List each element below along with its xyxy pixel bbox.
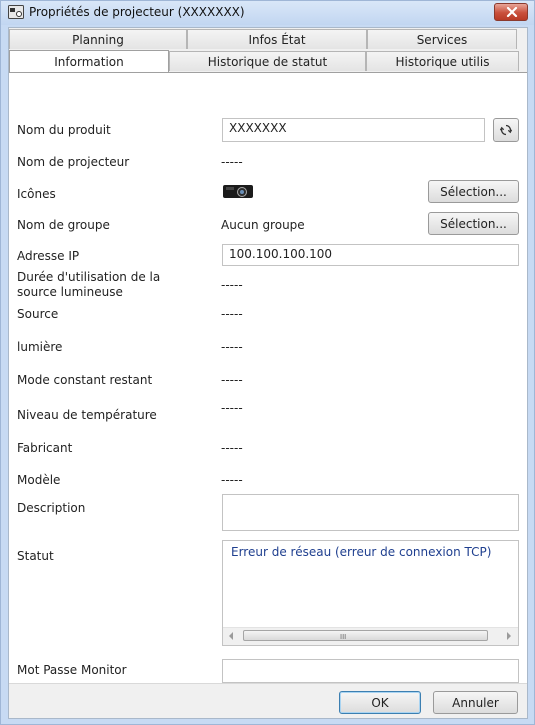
product-name-label: Nom du produit <box>17 123 111 137</box>
scroll-right-icon[interactable] <box>506 632 512 640</box>
manufacturer-value: ----- <box>221 441 243 455</box>
group-name-label: Nom de groupe <box>17 218 110 232</box>
ip-address-field[interactable]: 100.100.100.100 <box>222 244 519 266</box>
status-label: Statut <box>17 549 54 563</box>
icons-label: Icônes <box>17 187 56 201</box>
projector-icon <box>223 185 253 198</box>
scrollbar-thumb[interactable]: III <box>243 630 488 641</box>
ok-button[interactable]: OK <box>339 691 421 714</box>
projector-name-value: ----- <box>221 155 243 169</box>
tab-row-bottom: Information Historique de statut Histori… <box>9 50 519 72</box>
temperature-level-label: Niveau de température <box>17 408 157 422</box>
source-value: ----- <box>221 307 243 321</box>
monitor-password-label: Mot Passe Monitor <box>17 663 127 677</box>
projector-app-icon <box>8 5 24 19</box>
ip-address-label: Adresse IP <box>17 249 80 263</box>
tab-services[interactable]: Services <box>367 29 517 49</box>
dialog-client-area: Planning Infos État Services Information… <box>8 27 528 719</box>
projector-name-label: Nom de projecteur <box>17 155 130 169</box>
constant-mode-label: Mode constant restant <box>17 373 153 387</box>
tab-row-top: Planning Infos État Services <box>9 29 517 49</box>
icons-selection-button[interactable]: Sélection... <box>428 180 519 203</box>
tab-historique-utilisation[interactable]: Historique utilis <box>366 51 519 71</box>
description-label: Description <box>17 501 86 515</box>
close-icon <box>506 7 518 17</box>
light-source-hours-label-line2: source lumineuse <box>17 285 123 299</box>
tab-planning[interactable]: Planning <box>9 29 187 49</box>
projector-properties-window: Propriétés de projecteur (XXXXXXX) Plann… <box>0 0 535 725</box>
light-source-hours-value: ----- <box>221 278 243 292</box>
refresh-icon <box>500 124 512 136</box>
information-panel: Nom du produit XXXXXXX Nom de projecteur… <box>9 72 527 684</box>
status-text: Erreur de réseau (erreur de connexion TC… <box>231 545 492 559</box>
temperature-level-value: ----- <box>221 401 243 415</box>
tab-historique-statut[interactable]: Historique de statut <box>169 51 366 71</box>
close-button[interactable] <box>494 3 528 21</box>
description-field[interactable] <box>222 494 519 531</box>
light-label: lumière <box>17 340 63 354</box>
scroll-left-icon[interactable] <box>228 632 234 640</box>
title-bar[interactable]: Propriétés de projecteur (XXXXXXX) <box>1 1 534 25</box>
status-horizontal-scrollbar[interactable]: III <box>223 627 518 645</box>
window-title: Propriétés de projecteur (XXXXXXX) <box>29 5 245 19</box>
cancel-button[interactable]: Annuler <box>433 691 518 714</box>
product-name-field[interactable]: XXXXXXX <box>222 118 485 142</box>
constant-mode-value: ----- <box>221 373 243 387</box>
tab-information[interactable]: Information <box>9 50 169 72</box>
status-box[interactable]: Erreur de réseau (erreur de connexion TC… <box>222 540 519 646</box>
monitor-password-field[interactable] <box>222 659 519 683</box>
group-selection-button[interactable]: Sélection... <box>428 212 519 235</box>
refresh-button[interactable] <box>493 118 519 142</box>
light-value: ----- <box>221 340 243 354</box>
source-label: Source <box>17 307 59 321</box>
model-label: Modèle <box>17 473 61 487</box>
model-value: ----- <box>221 473 243 487</box>
tab-infos-etat[interactable]: Infos État <box>187 29 367 49</box>
group-name-value: Aucun groupe <box>221 218 305 232</box>
light-source-hours-label-line1: Durée d'utilisation de la <box>17 270 161 284</box>
manufacturer-label: Fabricant <box>17 441 73 455</box>
